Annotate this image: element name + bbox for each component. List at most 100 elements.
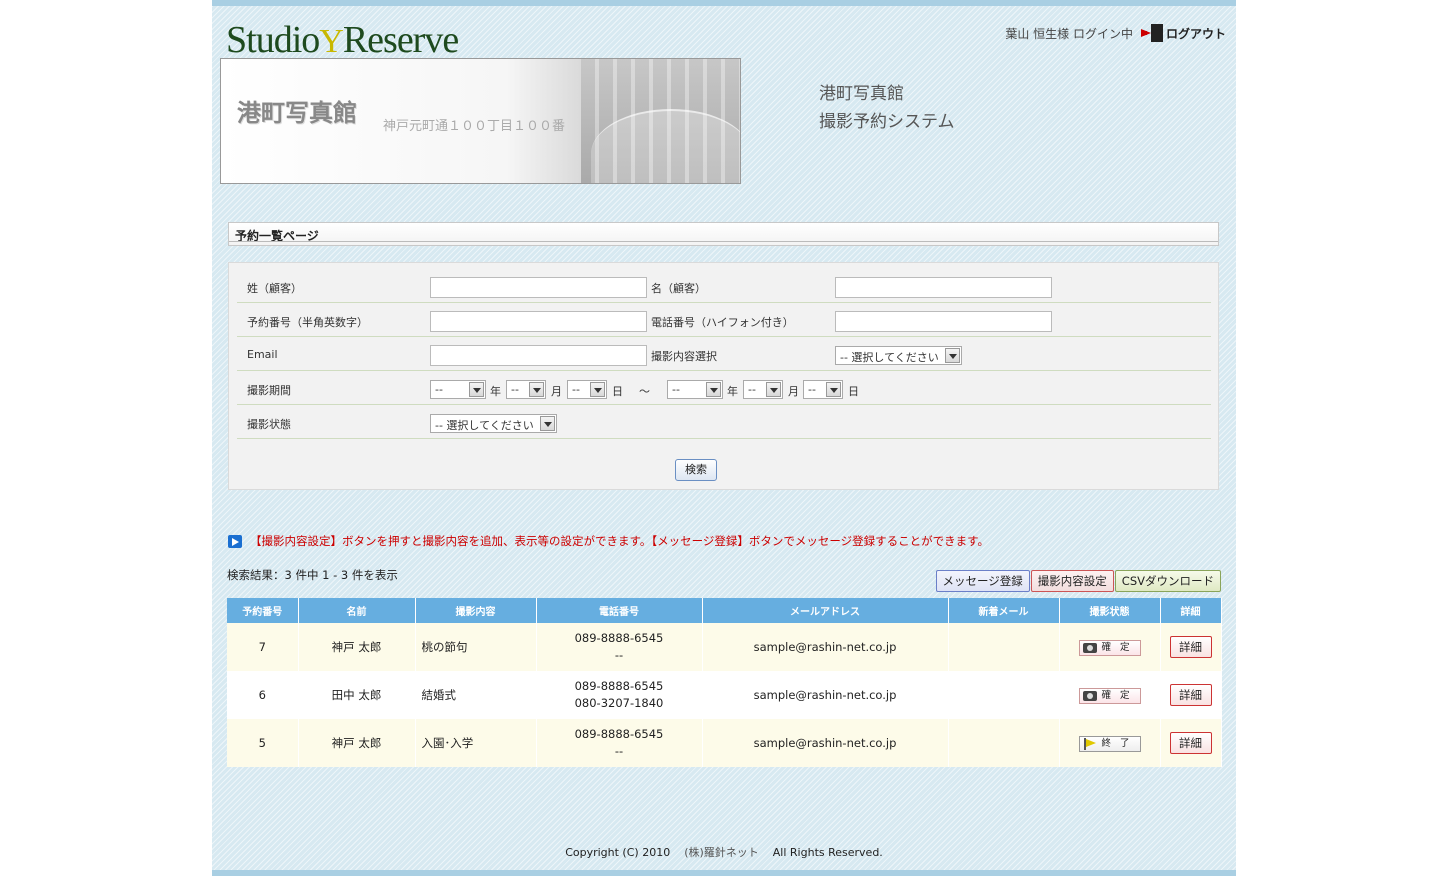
chevron-down-icon: [826, 382, 841, 397]
logout-label: ログアウト: [1165, 26, 1226, 41]
status-select[interactable]: -- 選択してください: [430, 414, 557, 433]
footer-rights: All Rights Reserved.: [772, 846, 883, 859]
footer-copyright: Copyright (C) 2010: [565, 846, 671, 859]
cell-content: 入園･入学: [415, 719, 537, 767]
col-header-new-mail: 新着メール: [948, 598, 1060, 623]
shoot-content-select[interactable]: -- 選択してください: [835, 346, 962, 365]
last-name-input[interactable]: [430, 277, 647, 298]
sprout-icon: Y: [319, 23, 344, 60]
cell-name: 神戸 太郎: [298, 623, 416, 671]
content-settings-button[interactable]: 撮影内容設定: [1030, 570, 1114, 592]
logout-icon: [1140, 24, 1163, 42]
search-form: 姓（顧客） 名（顧客） 予約番号（半角英数字） 電話番号（ハイフォン付き） Em…: [228, 262, 1219, 490]
status-label: 撮影状態: [247, 418, 291, 431]
end-day-select[interactable]: --: [803, 380, 843, 399]
cell-number: 7: [227, 623, 299, 671]
studio-reserve-logo: StudioYReserve: [226, 18, 459, 62]
search-button[interactable]: 検索: [675, 459, 717, 481]
col-header-detail: 詳細: [1160, 598, 1222, 623]
chevron-down-icon: [706, 382, 721, 397]
cell-detail: 詳細: [1160, 671, 1222, 719]
cell-phone: 089-8888-6545 --: [536, 719, 703, 767]
chevron-down-icon: [529, 382, 544, 397]
cell-detail: 詳細: [1160, 623, 1222, 671]
chevron-down-icon: [945, 348, 960, 363]
cell-email: sample@rashin-net.co.jp: [702, 623, 949, 671]
status-badge: 終 了: [1078, 735, 1141, 752]
system-title-line1: 港町写真館: [819, 84, 904, 104]
page-container: StudioYReserve 葉山 恒生様 ログイン中 ログアウト 港町写真館 …: [212, 0, 1236, 876]
result-count: 検索結果：3 件中 1 - 3 件を表示: [227, 568, 398, 582]
cell-new-mail: [948, 671, 1060, 719]
phone-label: 電話番号（ハイフォン付き）: [651, 316, 794, 329]
reservation-number-input[interactable]: [430, 311, 647, 332]
message-register-button[interactable]: メッセージ登録: [935, 570, 1030, 592]
banner-address: 神戸元町通１００丁目１００番: [383, 119, 566, 134]
detail-button[interactable]: 詳細: [1169, 684, 1212, 706]
status-badge: 確 定: [1078, 639, 1141, 656]
cell-content: 結婚式: [415, 671, 537, 719]
chevron-down-icon: [469, 382, 484, 397]
col-header-status: 撮影状態: [1059, 598, 1161, 623]
start-day-unit: 日: [612, 385, 623, 398]
logout-button[interactable]: ログアウト: [1140, 24, 1226, 42]
cell-new-mail: [948, 719, 1060, 767]
system-title: 港町写真館 撮影予約システム: [819, 80, 955, 136]
chevron-down-icon: [540, 416, 555, 431]
cell-name: 神戸 太郎: [298, 719, 416, 767]
first-name-input[interactable]: [835, 277, 1052, 298]
search-row-name: 姓（顧客） 名（顧客）: [237, 269, 1211, 303]
phone-input[interactable]: [835, 311, 1052, 332]
end-day-unit: 日: [848, 385, 859, 398]
email-label: Email: [247, 348, 278, 361]
start-month-unit: 月: [551, 385, 562, 398]
building-image: [581, 59, 740, 183]
status-value: -- 選択してください: [435, 419, 534, 432]
user-status: 葉山 恒生様 ログイン中: [1005, 26, 1133, 41]
cell-email: sample@rashin-net.co.jp: [702, 719, 949, 767]
camera-icon: [1082, 642, 1097, 653]
csv-download-button[interactable]: CSVダウンロード: [1114, 570, 1221, 592]
col-header-phone: 電話番号: [536, 598, 703, 623]
table-header-row: 予約番号 名前 撮影内容 電話番号 メールアドレス 新着メール 撮影状態 詳細: [227, 598, 1222, 623]
shoot-content-value: -- 選択してください: [840, 351, 939, 364]
arrow-right-icon: [228, 534, 242, 548]
email-input[interactable]: [430, 345, 647, 366]
footer: Copyright (C) 2010 (株)羅針ネット All Rights R…: [212, 844, 1236, 860]
banner-studio-name: 港町写真館: [237, 98, 357, 127]
flag-icon: [1083, 737, 1097, 750]
table-row: 7 神戸 太郎 桃の節句 089-8888-6545 -- sample@rash…: [227, 623, 1222, 671]
detail-button[interactable]: 詳細: [1169, 636, 1212, 658]
first-name-label: 名（顧客）: [651, 282, 706, 295]
login-status-area: 葉山 恒生様 ログイン中 ログアウト: [1005, 24, 1226, 42]
end-year-select[interactable]: --: [667, 380, 723, 399]
start-day-select[interactable]: --: [567, 380, 607, 399]
studio-banner: 港町写真館 神戸元町通１００丁目１００番: [220, 58, 741, 184]
cell-status: 確 定: [1059, 671, 1161, 719]
chevron-down-icon: [590, 382, 605, 397]
cell-email: sample@rashin-net.co.jp: [702, 671, 949, 719]
chevron-down-icon: [766, 382, 781, 397]
end-month-select[interactable]: --: [743, 380, 783, 399]
system-title-line2: 撮影予約システム: [819, 112, 955, 132]
cell-detail: 詳細: [1160, 719, 1222, 767]
table-row: 6 田中 太郎 結婚式 089-8888-6545 080-3207-1840 s…: [227, 671, 1222, 719]
cell-new-mail: [948, 623, 1060, 671]
detail-button[interactable]: 詳細: [1169, 732, 1212, 754]
footer-company: (株)羅針ネット: [684, 846, 759, 859]
status-badge: 確 定: [1078, 687, 1141, 704]
notice-text: 【撮影内容設定】ボタンを押すと撮影内容を追加、表示等の設定ができます。【メッセー…: [250, 534, 989, 548]
cell-phone: 089-8888-6545 080-3207-1840: [536, 671, 703, 719]
start-year-select[interactable]: --: [430, 380, 486, 399]
search-row-status: 撮影状態 -- 選択してください: [237, 405, 1211, 439]
cell-number: 5: [227, 719, 299, 767]
search-row-number: 予約番号（半角英数字） 電話番号（ハイフォン付き）: [237, 303, 1211, 337]
col-header-email: メールアドレス: [702, 598, 949, 623]
reservation-number-label: 予約番号（半角英数字）: [247, 316, 368, 329]
end-year-unit: 年: [727, 385, 738, 398]
camera-icon: [1082, 690, 1097, 701]
start-month-select[interactable]: --: [506, 380, 546, 399]
cell-phone: 089-8888-6545 --: [536, 623, 703, 671]
end-month-unit: 月: [788, 385, 799, 398]
cell-number: 6: [227, 671, 299, 719]
